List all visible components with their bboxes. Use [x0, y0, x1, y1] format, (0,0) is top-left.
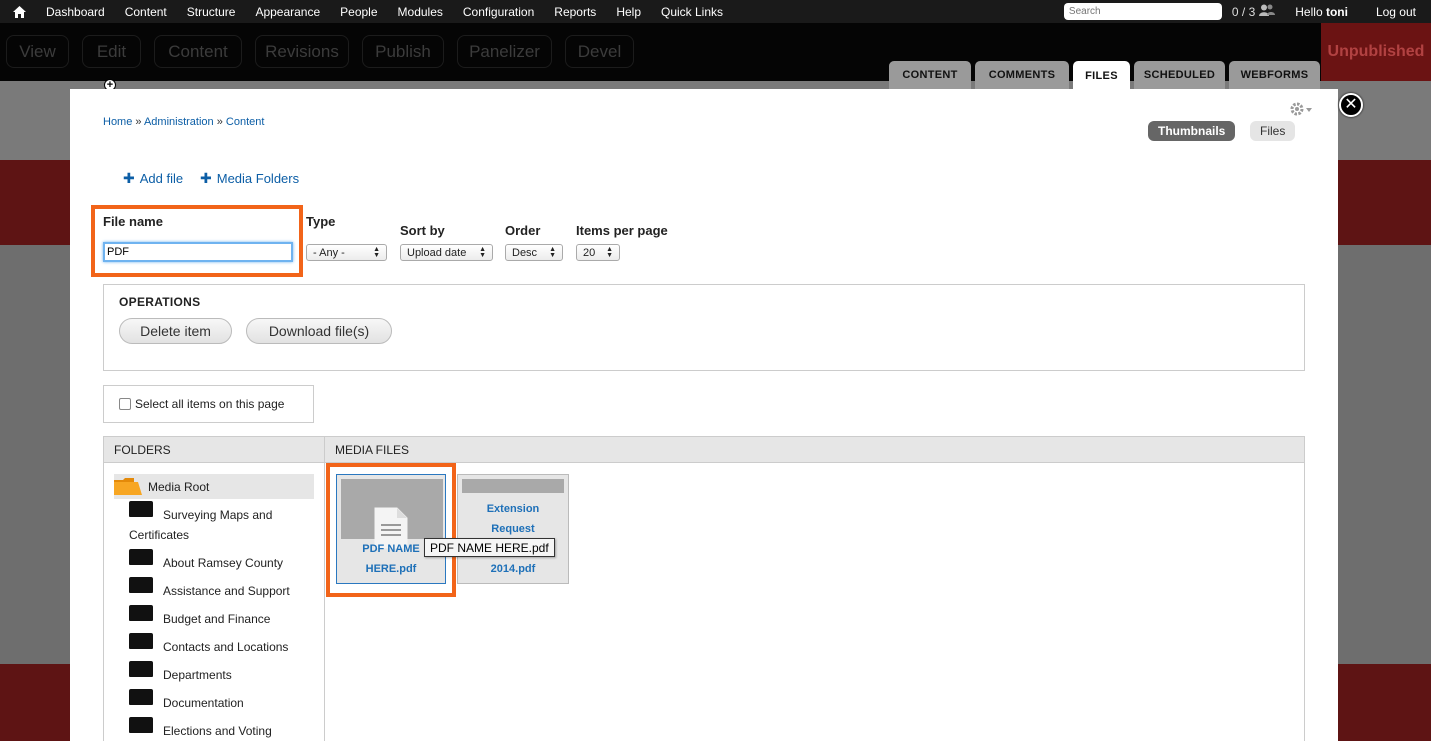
file-thumbnail[interactable]: PDF NAME HERE.pdf — [336, 474, 446, 584]
folder-tree: Media Root Surveying Maps and Certificate… — [104, 463, 325, 741]
file-tooltip: PDF NAME HERE.pdf — [424, 538, 555, 557]
gear-icon[interactable] — [1289, 101, 1313, 122]
users-icon — [1259, 4, 1276, 19]
media-folders-link[interactable]: ✚ Media Folders — [200, 170, 299, 187]
user-counter: 0 / 3 — [1231, 4, 1256, 19]
devel-button[interactable]: Devel — [565, 35, 634, 68]
folder-item[interactable]: About Ramsey County — [129, 549, 319, 573]
menu-help[interactable]: Help — [607, 5, 652, 19]
file-name-input[interactable] — [103, 242, 293, 262]
plus-icon: ✚ — [200, 170, 212, 186]
tab-comments[interactable]: COMMENTS — [975, 61, 1069, 89]
close-icon[interactable]: ✕ — [1339, 93, 1363, 117]
file-name-line: Request — [491, 523, 535, 535]
folder-item[interactable]: Documentation — [129, 689, 319, 713]
download-files-button[interactable]: Download file(s) — [246, 318, 392, 344]
operations-panel: OPERATIONS Delete item Download file(s) — [103, 284, 1305, 371]
media-browser-modal: Home » Administration » Content Thumbnai… — [70, 89, 1338, 741]
items-per-page-select[interactable]: 20 ▲ ▼ — [576, 244, 620, 261]
folder-icon — [129, 577, 153, 593]
folder-surveying-maps[interactable]: Surveying Maps and Certificates — [129, 501, 319, 545]
plus-icon: ✚ — [123, 170, 135, 186]
select-arrows-icon: ▲ ▼ — [479, 245, 486, 259]
revisions-button[interactable]: Revisions — [255, 35, 349, 68]
folder-item[interactable]: Elections and Voting — [129, 717, 319, 741]
breadcrumb-administration[interactable]: Administration — [144, 116, 214, 128]
username[interactable]: toni — [1326, 5, 1348, 19]
menu-configuration[interactable]: Configuration — [454, 5, 545, 19]
order-label: Order — [505, 223, 541, 238]
thumbnails-view-button[interactable]: Thumbnails — [1148, 121, 1236, 141]
folder-item[interactable]: Departments — [129, 661, 319, 685]
files-view-button[interactable]: Files — [1250, 121, 1296, 141]
file-thumbnail[interactable]: Extension Request 2014.pdf — [457, 474, 569, 584]
folder-item[interactable]: Budget and Finance — [129, 605, 319, 629]
select-all-checkbox[interactable] — [119, 398, 131, 410]
folder-icon — [129, 661, 153, 677]
select-arrows-icon: ▲ ▼ — [606, 245, 613, 259]
operations-title: OPERATIONS — [119, 295, 201, 309]
panelizer-button[interactable]: Panelizer — [457, 35, 552, 68]
type-select[interactable]: - Any - ▲ ▼ — [306, 244, 387, 261]
menu-modules[interactable]: Modules — [389, 5, 454, 19]
publish-button[interactable]: Publish — [362, 35, 444, 68]
edit-button[interactable]: Edit — [82, 35, 141, 68]
folder-media-root[interactable]: Media Root — [114, 474, 314, 499]
hello-user: Hello toni — [1295, 4, 1348, 19]
media-files-header: MEDIA FILES — [325, 437, 1304, 463]
add-file-link[interactable]: ✚ Add file — [123, 170, 183, 187]
tab-scheduled[interactable]: SCHEDULED — [1134, 61, 1225, 89]
file-name-label: File name — [103, 214, 163, 229]
toolbar-search-input[interactable] — [1063, 3, 1222, 20]
open-folder-icon — [114, 478, 142, 495]
file-name-line: 2014.pdf — [490, 563, 536, 575]
folder-icon — [129, 501, 153, 517]
folder-item[interactable]: Assistance and Support — [129, 577, 319, 601]
select-arrows-icon: ▲ ▼ — [373, 245, 380, 259]
select-all-label: Select all items on this page — [135, 397, 285, 411]
select-all-option[interactable]: Select all items on this page — [103, 385, 314, 423]
menu-structure[interactable]: Structure — [178, 5, 247, 19]
admin-toolbar: Dashboard Content Structure Appearance P… — [0, 0, 1431, 23]
menu-reports[interactable]: Reports — [545, 5, 607, 19]
type-label: Type — [306, 214, 336, 229]
folder-icon — [129, 549, 153, 565]
tab-content[interactable]: CONTENT — [889, 61, 971, 89]
folder-icon — [129, 689, 153, 705]
thumbnail-preview — [462, 479, 564, 493]
breadcrumb: Home » Administration » Content — [103, 116, 265, 128]
view-button[interactable]: View — [6, 35, 69, 68]
sort-by-select[interactable]: Upload date ▲ ▼ — [400, 244, 493, 261]
menu-content[interactable]: Content — [116, 5, 178, 19]
folder-item[interactable]: Contacts and Locations — [129, 633, 319, 657]
order-select[interactable]: Desc ▲ ▼ — [505, 244, 563, 261]
node-tabs: CONTENT COMMENTS FILES SCHEDULED WEBFORM… — [889, 61, 1320, 90]
file-name-line: Extension — [486, 503, 540, 515]
items-per-page-label: Items per page — [576, 223, 668, 238]
sort-by-label: Sort by — [400, 223, 445, 238]
menu-dashboard[interactable]: Dashboard — [38, 5, 116, 19]
unpublished-status: Unpublished — [1321, 23, 1431, 81]
file-name-line: HERE.pdf — [365, 563, 417, 575]
home-icon[interactable] — [0, 5, 38, 18]
menu-quick-links[interactable]: Quick Links — [652, 5, 734, 19]
breadcrumb-content[interactable]: Content — [226, 116, 265, 128]
content-button[interactable]: Content — [154, 35, 242, 68]
menu-appearance[interactable]: Appearance — [246, 5, 331, 19]
tab-webforms[interactable]: WEBFORMS — [1229, 61, 1320, 89]
folder-icon — [129, 633, 153, 649]
folder-icon — [129, 717, 153, 733]
media-browser: FOLDERS MEDIA FILES Media Root Surveying… — [103, 436, 1305, 741]
tab-files[interactable]: FILES — [1073, 61, 1130, 90]
menu-people[interactable]: People — [331, 5, 388, 19]
select-arrows-icon: ▲ ▼ — [549, 245, 556, 259]
logout-link[interactable]: Log out — [1376, 5, 1416, 19]
delete-item-button[interactable]: Delete item — [119, 318, 232, 344]
folder-icon — [129, 605, 153, 621]
breadcrumb-home[interactable]: Home — [103, 116, 132, 128]
folders-header: FOLDERS — [104, 437, 325, 463]
